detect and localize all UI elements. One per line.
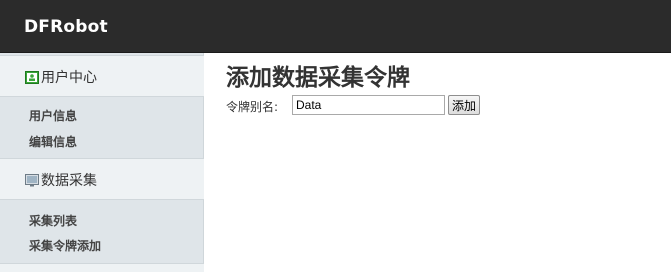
- add-button[interactable]: 添加: [448, 95, 480, 115]
- sidebar-sublist-user-center: 用户信息 编辑信息: [0, 97, 204, 157]
- data-collection-icon: [25, 172, 39, 187]
- sidebar: 用户中心 用户信息 编辑信息 数据采集 采集列表 采集令牌添加: [0, 53, 204, 272]
- sidebar-section-next: [0, 263, 204, 272]
- sidebar-section-label: 用户中心: [41, 70, 97, 86]
- sidebar-item-collection-list[interactable]: 采集列表: [29, 212, 77, 229]
- sidebar-item-edit-info[interactable]: 编辑信息: [29, 133, 77, 150]
- page-title: 添加数据采集令牌: [226, 64, 410, 91]
- main-content: 添加数据采集令牌 令牌别名: 添加: [204, 53, 671, 272]
- alias-label: 令牌别名:: [226, 100, 279, 114]
- alias-input[interactable]: [292, 95, 445, 115]
- sidebar-item-add-collection-token[interactable]: 采集令牌添加: [29, 237, 101, 254]
- sidebar-section-data-collection[interactable]: 数据采集: [0, 158, 204, 200]
- sidebar-section-label: 数据采集: [41, 173, 97, 189]
- top-navbar: DFRobot: [0, 0, 671, 53]
- sidebar-item-user-info[interactable]: 用户信息: [29, 107, 77, 124]
- brand-link[interactable]: DFRobot: [24, 17, 108, 37]
- sidebar-sublist-data-collection: 采集列表 采集令牌添加: [0, 201, 204, 263]
- user-center-icon: [25, 69, 39, 84]
- sidebar-section-user-center[interactable]: 用户中心: [0, 55, 204, 97]
